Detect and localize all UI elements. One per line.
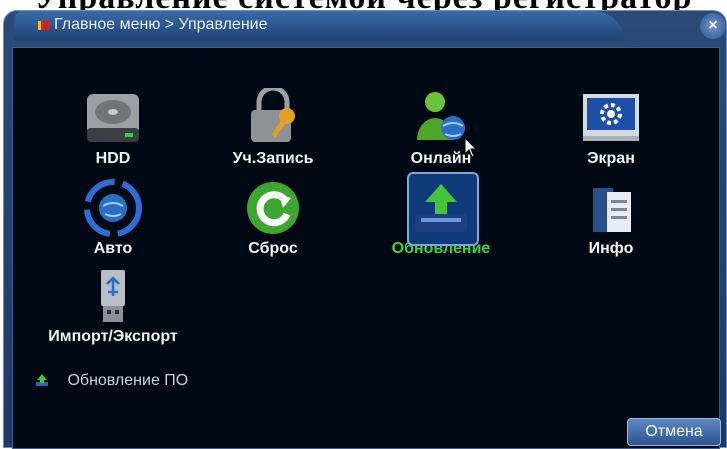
- lock-key-icon: [251, 88, 295, 142]
- menu-item-auto[interactable]: Авто: [43, 178, 183, 258]
- menu-item-info[interactable]: Инфо: [541, 178, 681, 258]
- title-bar: Главное меню > Управление: [14, 11, 624, 41]
- update-icon: [415, 184, 467, 232]
- auto-globe-icon: [84, 179, 142, 237]
- menu-item-update[interactable]: Обновление: [371, 172, 511, 258]
- menu-item-online[interactable]: Онлайн: [371, 88, 511, 168]
- title-flag-icon: [38, 21, 50, 30]
- window-title: Главное меню > Управление: [54, 16, 268, 33]
- menu-item-label: Авто: [93, 240, 133, 257]
- screen-gear-icon: [583, 94, 639, 141]
- info-icon: [593, 188, 631, 232]
- menu-panel: HDD Уч.Запись Онлайн Экран Авто Сброс Об…: [12, 47, 721, 449]
- menu-item-screen[interactable]: Экран: [541, 88, 681, 168]
- usb-icon: [101, 270, 125, 322]
- menu-item-hdd[interactable]: HDD: [43, 88, 183, 168]
- footer-hint-text: Обновление ПО: [67, 372, 189, 389]
- management-window: Главное меню > Управление × HDD Уч.Запис…: [3, 10, 727, 449]
- menu-item-label: Онлайн: [410, 150, 472, 167]
- hdd-icon: [87, 94, 139, 142]
- menu-item-label: HDD: [95, 150, 131, 167]
- menu-item-label: Экран: [587, 150, 635, 167]
- menu-item-reset[interactable]: Сброс: [203, 178, 343, 258]
- mouse-cursor-icon: [464, 137, 478, 158]
- menu-item-account[interactable]: Уч.Запись: [203, 88, 343, 168]
- menu-item-label: Инфо: [588, 240, 634, 257]
- menu-item-label: Уч.Запись: [232, 150, 314, 167]
- update-small-icon: [36, 374, 48, 386]
- footer-hint: Обновление ПО: [35, 372, 188, 390]
- reset-icon: [247, 182, 299, 234]
- menu-item-label: Сброс: [248, 240, 298, 257]
- menu-item-label: Импорт/Экспорт: [48, 328, 178, 345]
- cancel-button[interactable]: Отмена: [627, 418, 721, 446]
- menu-item-import-export[interactable]: Импорт/Экспорт: [43, 266, 183, 346]
- close-button[interactable]: ×: [700, 13, 726, 39]
